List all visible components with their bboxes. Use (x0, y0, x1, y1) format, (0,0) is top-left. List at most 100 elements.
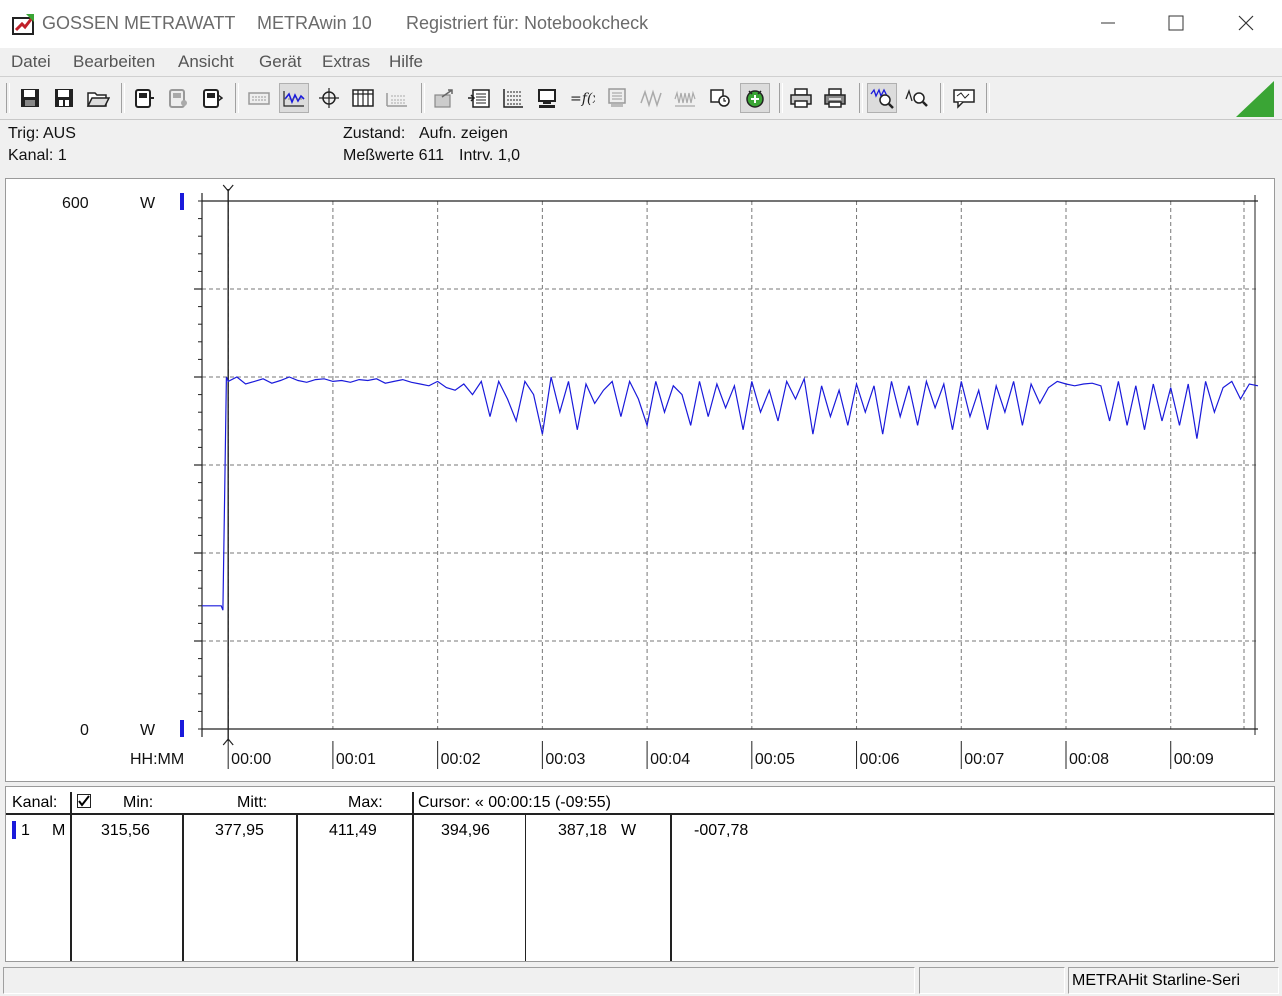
x-tick-label: 00:06 (860, 751, 900, 768)
channel-checkbox[interactable] (77, 794, 91, 808)
scope-icon (503, 89, 523, 108)
chart-panel[interactable]: 00:00 00:01 00:02 00:03 00:04 00:05 00:06 00:07… (5, 178, 1275, 782)
column-divider (296, 815, 298, 961)
device-send-button[interactable] (197, 83, 227, 113)
state-label: Zustand: (343, 125, 406, 142)
menu-geraet[interactable]: Gerät (259, 52, 302, 72)
grid-button[interactable] (382, 83, 412, 113)
row-min-value: 315,56 (101, 822, 150, 839)
x-tick-label: 00:03 (545, 751, 585, 768)
channel-status: Kanal: 1 (8, 147, 67, 164)
menu-bearbeiten[interactable]: Bearbeiten (73, 52, 155, 72)
trigger-button[interactable] (740, 83, 770, 113)
table-button[interactable] (348, 83, 378, 113)
message-icon (953, 89, 975, 109)
computer-icon (538, 89, 556, 108)
import-button[interactable] (464, 83, 494, 113)
col-header-min: Min: (123, 794, 154, 811)
menu-ansicht[interactable]: Ansicht (178, 52, 234, 72)
channel-color-marker (12, 821, 16, 839)
zoom-button[interactable] (902, 83, 932, 113)
toolbar-separator (859, 83, 863, 113)
export-icon (434, 89, 453, 108)
close-icon (1238, 15, 1254, 31)
sample-interval: Intrv. 1,0 (459, 147, 521, 164)
registration-text: Registriert für: Notebookcheck (406, 13, 649, 33)
crosshair-button[interactable] (314, 83, 344, 113)
status-segment (919, 967, 1065, 994)
status-device-segment: METRAHit Starline-Seri (1068, 967, 1279, 994)
checkmark-icon (78, 795, 90, 807)
x-tick-label: 00:05 (755, 751, 795, 768)
export-button[interactable] (429, 83, 459, 113)
record-icon (710, 89, 730, 107)
print-icon (790, 88, 812, 108)
row-cursor-value-2: 387,18 (558, 822, 607, 839)
message-button[interactable] (949, 83, 979, 113)
toolbar-separator (421, 83, 425, 113)
maximize-icon (1168, 15, 1184, 31)
signal-alt-button[interactable] (670, 83, 700, 113)
zoom-icon (905, 88, 928, 107)
device-read-button[interactable] (129, 83, 159, 113)
x-tick-label: 00:07 (964, 751, 1004, 768)
x-axis-label: HH:MM (130, 751, 184, 768)
maximize-button[interactable] (1142, 0, 1210, 46)
signal-alt-icon (674, 90, 696, 107)
menu-hilfe[interactable]: Hilfe (389, 52, 423, 72)
open-folder-icon (86, 92, 110, 107)
minimize-button[interactable] (1074, 0, 1142, 46)
row-unit: W (621, 822, 637, 839)
y-unit-label: W (140, 722, 156, 739)
record-button[interactable] (705, 83, 735, 113)
signal-button[interactable] (636, 83, 666, 113)
x-tick-label: 00:09 (1174, 751, 1214, 768)
column-divider (182, 815, 184, 961)
print-preview-icon (824, 88, 846, 108)
x-tick-label: 00:01 (336, 751, 376, 768)
row-cursor-value: 394,96 (441, 822, 490, 839)
info-area: Trig: AUS Kanal: 1 Zustand: Aufn. zeigen… (0, 120, 1282, 176)
status-bar: METRAHit Starline-Seri (0, 964, 1282, 996)
measurement-table: Kanal: Min: Mitt: Max: Cursor: « 00:00:1… (5, 786, 1275, 962)
col-header-kanal: Kanal: (12, 794, 58, 811)
monitor-button[interactable] (602, 83, 632, 113)
menu-extras[interactable]: Extras (322, 52, 370, 72)
print-button[interactable] (786, 83, 816, 113)
column-divider (525, 815, 526, 961)
save-button[interactable] (15, 83, 45, 113)
status-segment (3, 967, 915, 994)
table-icon (352, 89, 374, 107)
keyboard-button[interactable] (244, 83, 274, 113)
open-button[interactable] (83, 83, 113, 113)
computer-button[interactable] (532, 83, 562, 113)
import-icon (468, 89, 490, 108)
device-settings-button[interactable] (163, 83, 193, 113)
power-chart[interactable]: 00:00 00:01 00:02 00:03 00:04 00:05 00:06 00:07… (6, 179, 1274, 781)
range-marker-top (180, 193, 184, 210)
scope-button[interactable] (498, 83, 528, 113)
col-header-max: Max: (348, 794, 383, 811)
power-series-line (202, 376, 1259, 611)
y-tick-label: 600 (62, 195, 89, 212)
function-button[interactable]: =f(x) (567, 83, 597, 113)
zoom-wave-icon (870, 88, 894, 109)
app-logo-icon (12, 14, 34, 35)
y-tick-label: 0 (80, 722, 89, 739)
print-preview-button[interactable] (820, 83, 850, 113)
toolbar-separator (986, 83, 990, 113)
close-button[interactable] (1212, 0, 1280, 46)
waveform-button[interactable] (279, 83, 309, 113)
grid-icon (386, 93, 407, 107)
monitor-icon (608, 88, 626, 107)
save-as-button[interactable] (49, 83, 79, 113)
zoom-wave-button[interactable] (867, 83, 897, 113)
device-name: METRAHit Starline-Seri (1072, 972, 1241, 989)
menu-datei[interactable]: Datei (11, 52, 51, 72)
state-value: Aufn. zeigen (419, 125, 508, 142)
x-tick-label: 00:00 (231, 751, 271, 768)
minimize-icon (1101, 22, 1115, 24)
toolbar-separator (779, 83, 783, 113)
x-tick-label: 00:08 (1069, 751, 1109, 768)
signal-icon (640, 89, 662, 108)
